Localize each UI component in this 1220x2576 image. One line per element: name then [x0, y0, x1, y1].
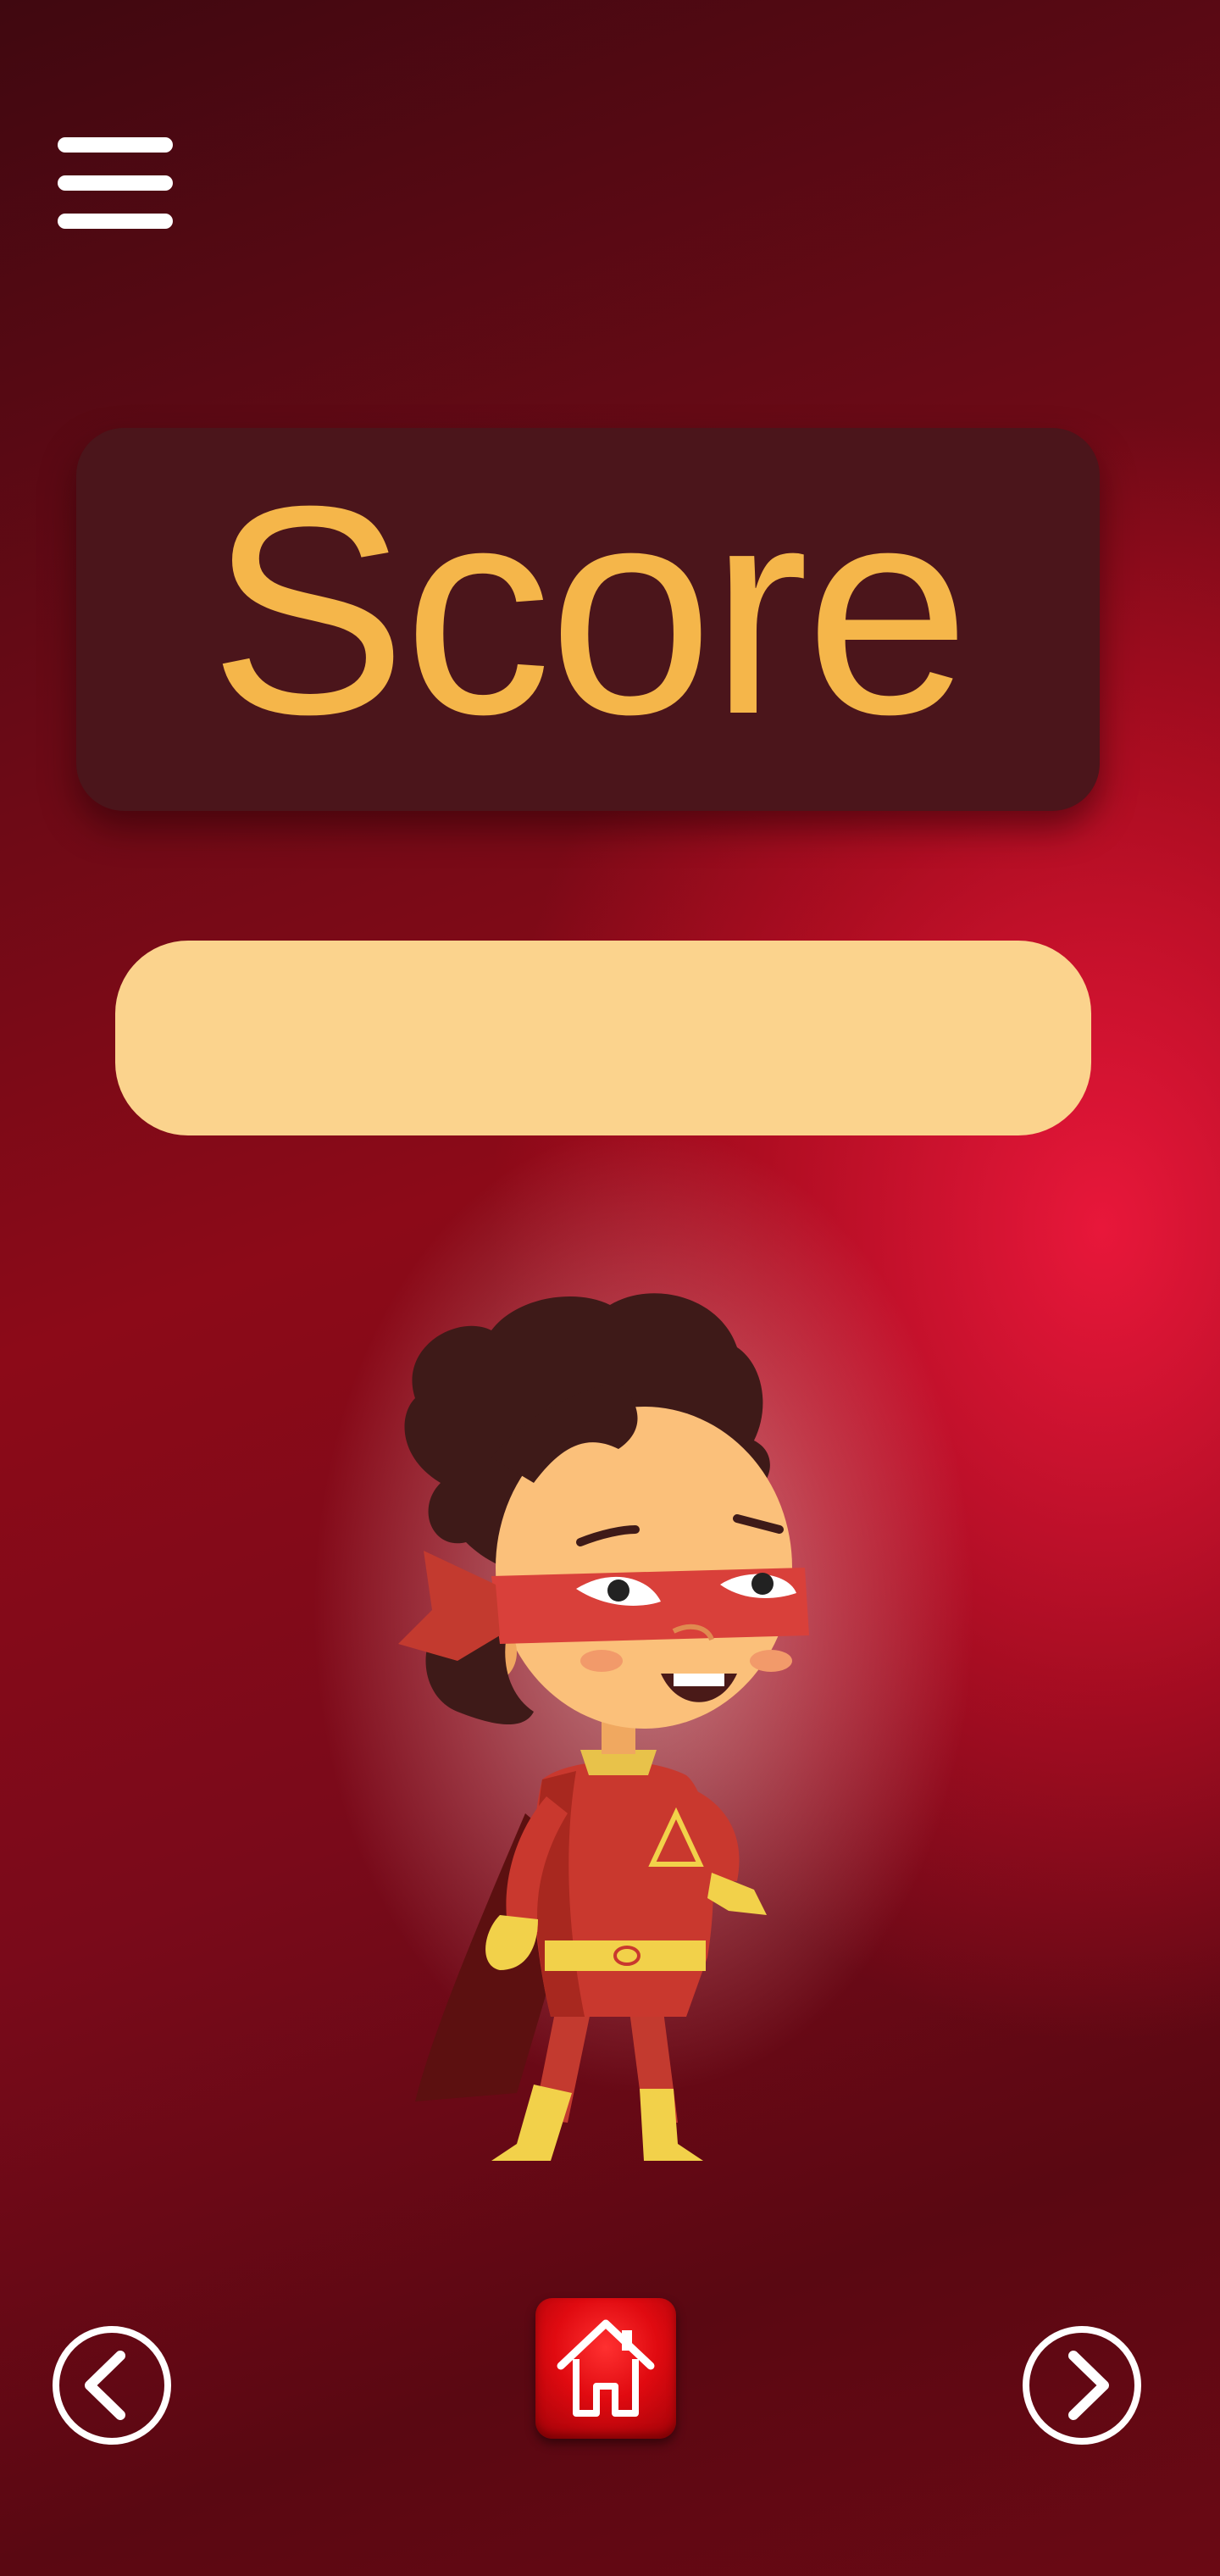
menu-icon-bar	[58, 137, 173, 153]
chevron-right-icon	[1068, 2351, 1109, 2420]
page-title: Score	[208, 445, 970, 776]
title-panel: Score	[76, 428, 1100, 811]
chevron-left-icon	[85, 2351, 125, 2420]
right-pupil	[751, 1573, 774, 1595]
menu-icon-bar	[58, 175, 173, 191]
menu-icon-bar	[58, 214, 173, 229]
mask-tail	[398, 1551, 500, 1661]
left-cheek	[580, 1650, 623, 1672]
left-boot	[491, 2085, 572, 2161]
score-input[interactable]	[115, 941, 1091, 1135]
belt	[545, 1940, 706, 1971]
next-button[interactable]	[1023, 2326, 1141, 2445]
superhero-illustration	[398, 1293, 809, 2161]
teeth	[674, 1674, 724, 1686]
previous-button[interactable]	[53, 2326, 171, 2445]
menu-button[interactable]	[58, 136, 173, 230]
home-icon	[557, 2319, 655, 2417]
right-boot	[640, 2089, 703, 2161]
right-cheek	[750, 1650, 792, 1672]
home-button[interactable]	[535, 2298, 676, 2439]
left-pupil	[607, 1579, 629, 1602]
